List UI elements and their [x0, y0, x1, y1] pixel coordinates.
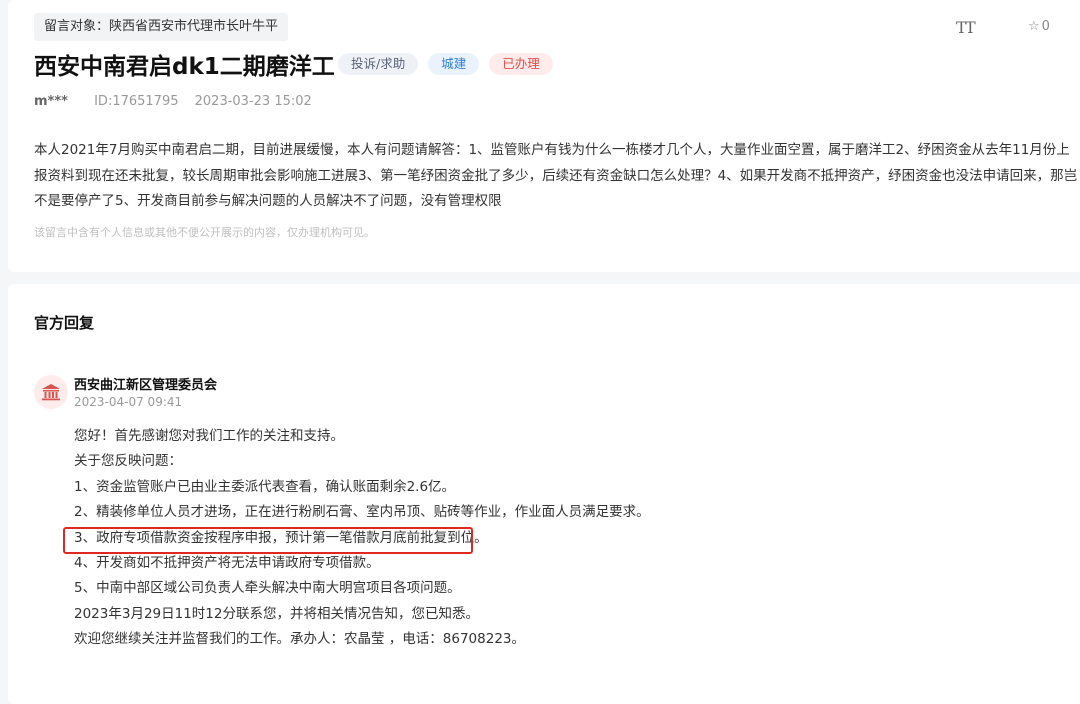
message-title: 西安中南君启dk1二期磨洋工	[34, 54, 335, 80]
favorite-button[interactable]: ☆ 0	[1028, 19, 1050, 34]
reply-section-title: 官方回复	[34, 314, 95, 332]
message-id: ID:17651795	[94, 94, 179, 109]
message-content: 本人2021年7月购买中南君启二期，目前进展缓慢，本人有问题请解答：1、监管账户…	[34, 142, 1078, 209]
font-size-icon[interactable]: TT	[956, 18, 976, 37]
reply-time: 2023-04-07 09:41	[74, 395, 183, 409]
reply-line: 您好！首先感谢您对我们工作的关注和支持。	[74, 428, 344, 444]
org-name: 西安曲江新区管理委员会	[74, 378, 218, 393]
message-user: m***	[34, 94, 68, 109]
message-tags: 投诉/求助 城建 已办理	[338, 53, 553, 75]
highlight-annotation	[63, 527, 473, 554]
reply-line: 2、精装修单位人员才进场，正在进行粉刷石膏、室内吊顶、贴砖等作业，作业面人员满足…	[74, 504, 650, 521]
org-avatar	[34, 375, 68, 409]
reply-line: 1、资金监管账户已由业主委派代表查看，确认账面剩余2.6亿。	[74, 478, 456, 495]
reply-line: 关于您反映问题：	[74, 453, 182, 470]
reply-line: 4、开发商如不抵押资产将无法申请政府专项借款。	[74, 555, 380, 572]
reply-line: 欢迎您继续关注并监督我们的工作。承办人：农晶莹 ，电话：86708223。	[74, 631, 526, 648]
government-building-icon	[42, 384, 60, 401]
message-time: 2023-03-23 15:02	[194, 94, 312, 109]
message-target: 留言对象：陕西省西安市代理市长叶牛平	[34, 13, 289, 41]
star-count: 0	[1041, 19, 1050, 34]
message-meta: m*** ID:17651795 2023-03-23 15:02	[34, 94, 312, 109]
star-icon: ☆	[1028, 19, 1040, 34]
status-badge: 已办理	[489, 53, 553, 75]
privacy-note: 该留言中含有个人信息或其他不便公开展示的内容，仅办理机构可见。	[34, 226, 375, 239]
area-tag[interactable]: 城建	[428, 53, 480, 75]
reply-line: 2023年3月29日11时12分联系您，并将相关情况告知，您已知悉。	[74, 605, 479, 622]
category-tag[interactable]: 投诉/求助	[338, 53, 419, 75]
reply-line: 5、中南中部区域公司负责人牵头解决中南大明宫项目各项问题。	[74, 580, 461, 597]
